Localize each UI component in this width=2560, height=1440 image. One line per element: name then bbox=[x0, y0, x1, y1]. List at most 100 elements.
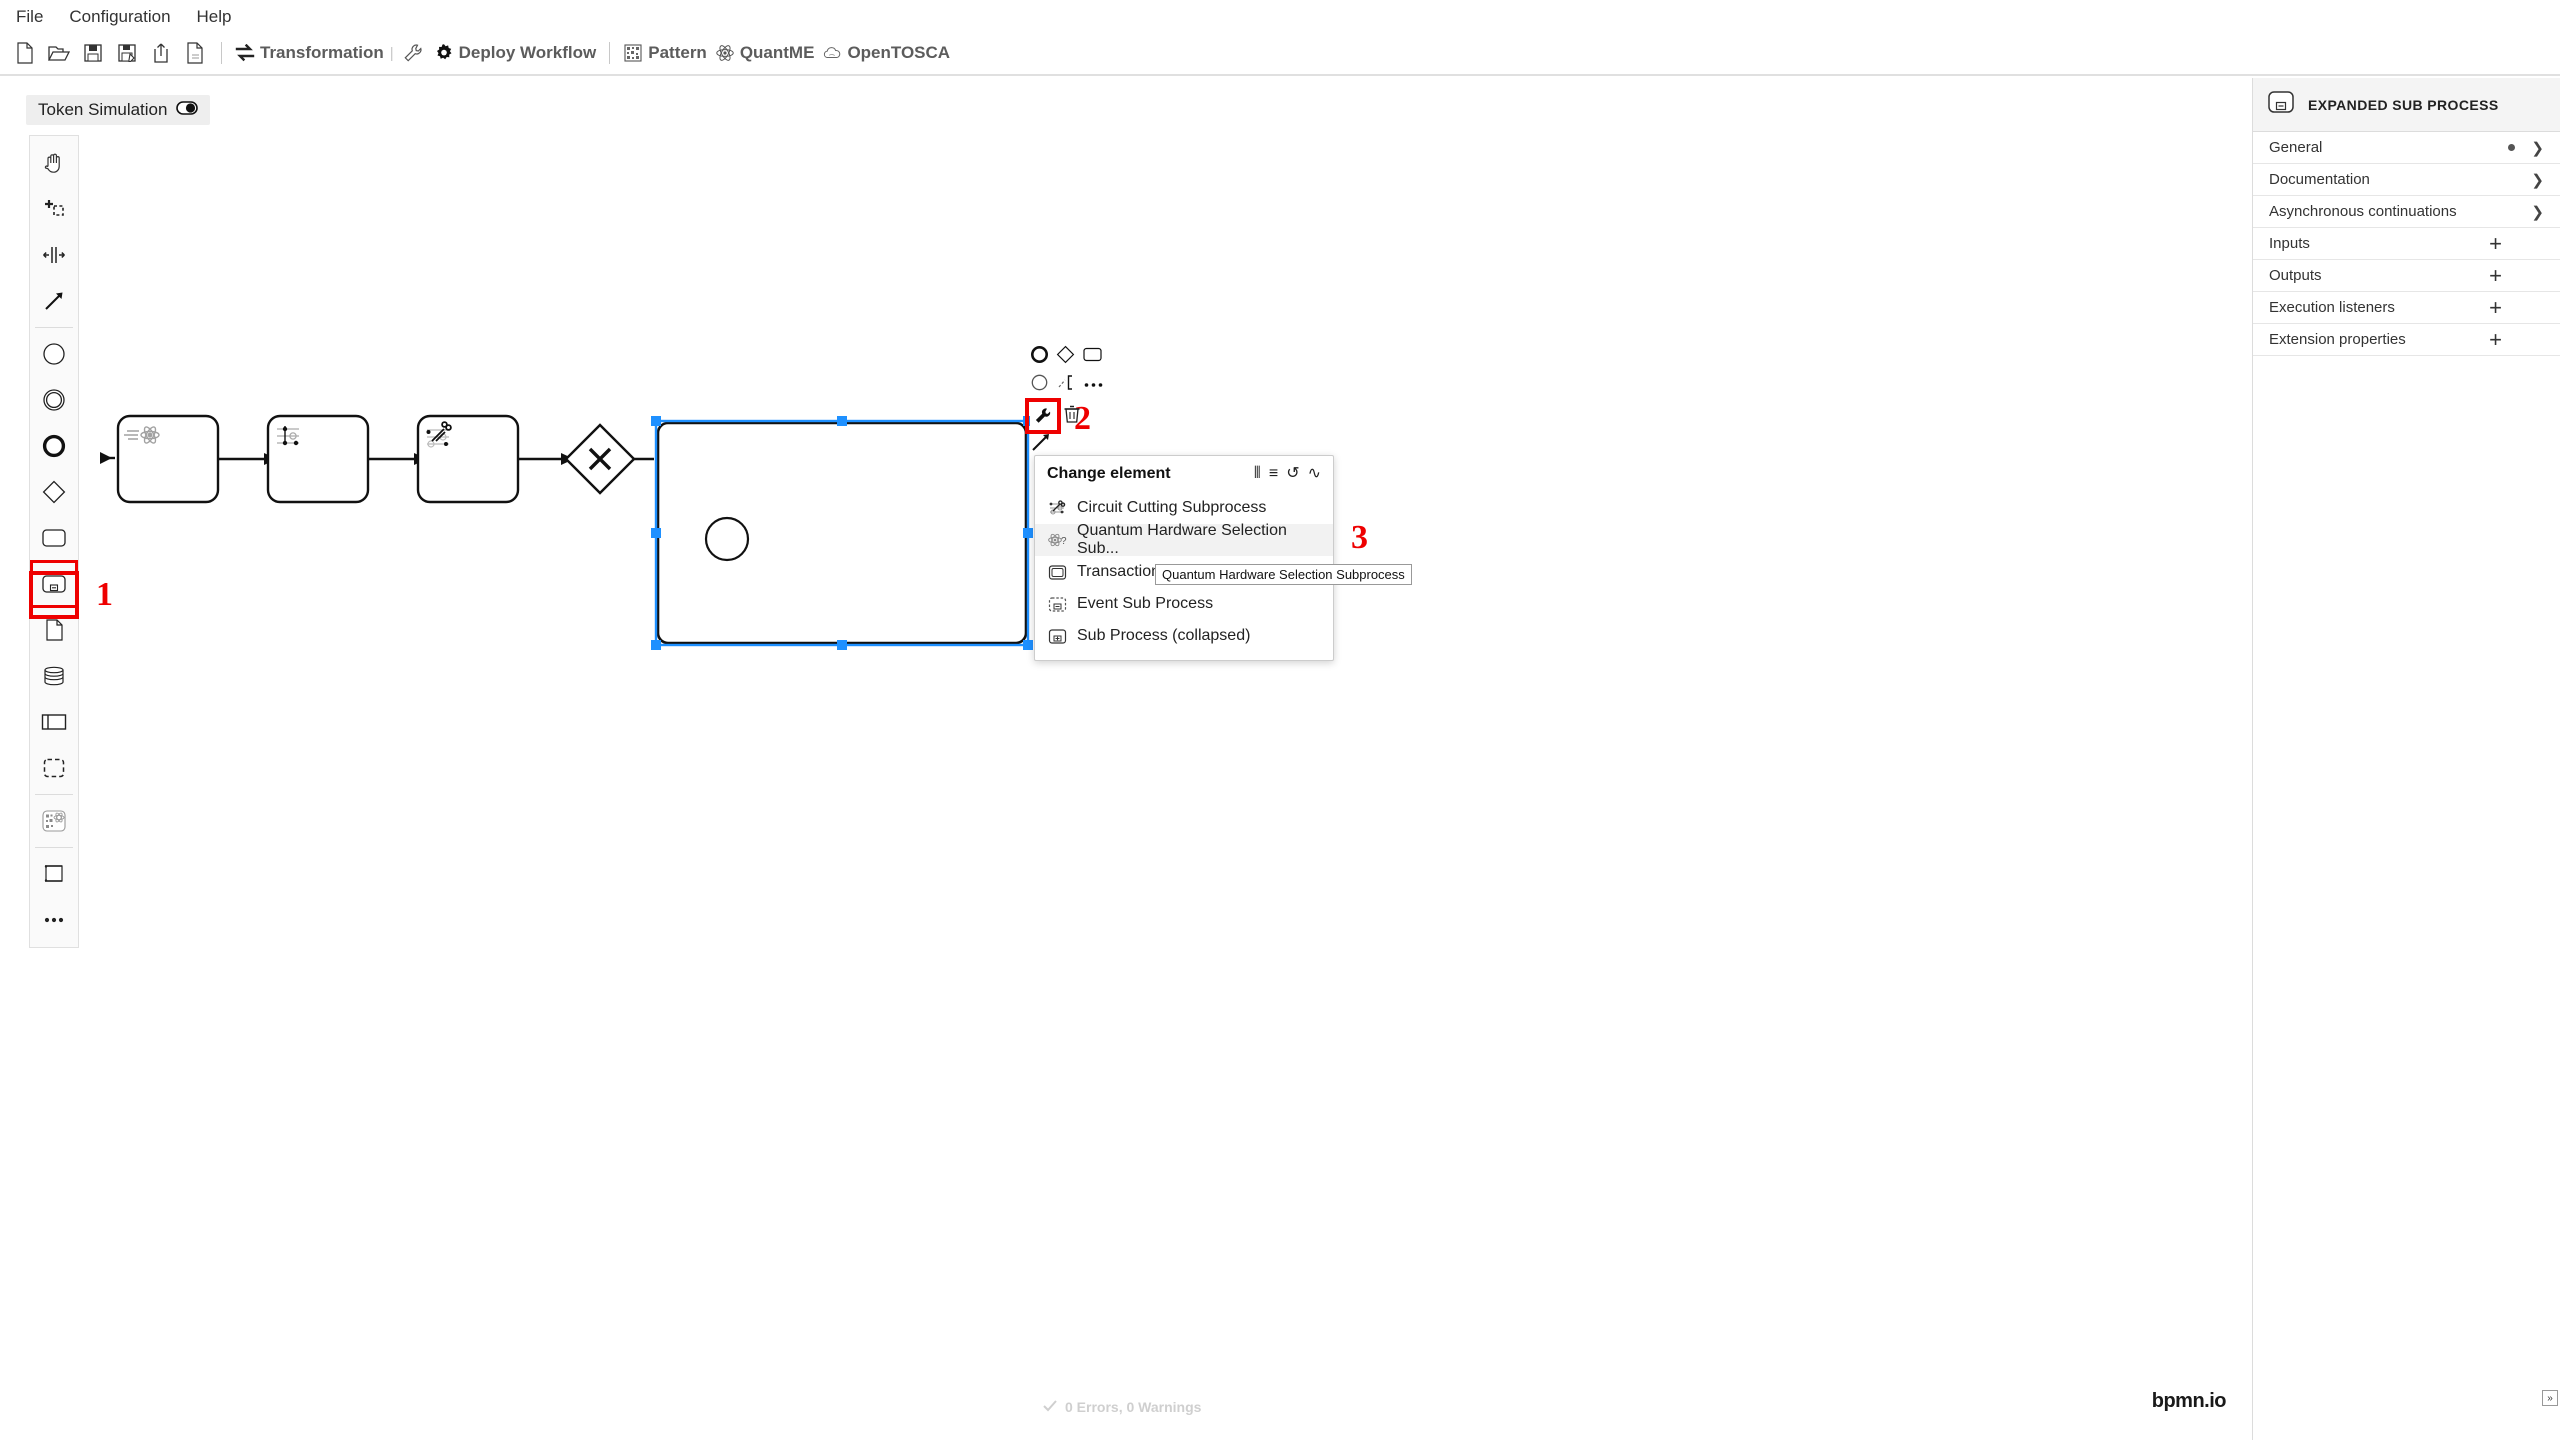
check-icon bbox=[1043, 1399, 1057, 1415]
status-bar: 0 Errors, 0 Warnings bbox=[1043, 1399, 1201, 1415]
new-file-icon[interactable] bbox=[8, 36, 42, 70]
popup-header-icons: ⦀ ≡ ↺ ∿ bbox=[1254, 466, 1321, 482]
quantum-hardware-icon: ? bbox=[1047, 530, 1067, 550]
toolbar-pattern-label: Pattern bbox=[648, 43, 707, 62]
popup-title: Change element bbox=[1047, 465, 1171, 482]
circuit-cutting-icon bbox=[1047, 498, 1067, 518]
menu-file[interactable]: File bbox=[12, 6, 47, 27]
loop-icon[interactable]: ↺ bbox=[1286, 466, 1299, 482]
popup-item-label: Sub Process (collapsed) bbox=[1077, 627, 1251, 644]
task-circuit-cutting bbox=[416, 414, 520, 504]
toolbar-opentosca[interactable]: OpenTOSCA bbox=[818, 43, 954, 63]
bpmn-canvas[interactable] bbox=[0, 80, 2250, 1380]
add-icon[interactable]: + bbox=[2489, 296, 2502, 319]
export-icon[interactable] bbox=[144, 36, 178, 70]
open-folder-icon[interactable] bbox=[42, 36, 76, 70]
prop-row-label: Documentation bbox=[2269, 171, 2370, 188]
status-dot bbox=[2508, 144, 2516, 151]
pattern-icon bbox=[623, 43, 643, 63]
expanded-subprocess-icon bbox=[2267, 90, 2295, 119]
toolbar-deploy-workflow-label: Deploy Workflow bbox=[458, 43, 597, 62]
prop-row-general[interactable]: General ❯ bbox=[2253, 132, 2560, 164]
task-quantum-circuit-loading bbox=[116, 414, 220, 504]
toolbar-divider bbox=[221, 42, 222, 64]
popup-item-event-sub-process[interactable]: Event Sub Process bbox=[1035, 588, 1333, 620]
transformation-icon bbox=[235, 43, 255, 63]
atom-icon bbox=[715, 43, 735, 63]
add-icon[interactable]: + bbox=[2489, 328, 2502, 351]
svg-text:?: ? bbox=[1061, 536, 1067, 547]
collapse-panel-button[interactable]: » bbox=[2542, 1390, 2558, 1406]
main-toolbar: Transformation | Deploy Workflow Pattern… bbox=[0, 32, 2560, 76]
gear-icon bbox=[434, 43, 454, 63]
popup-item-label: Circuit Cutting Subprocess bbox=[1077, 499, 1267, 516]
properties-panel-title: EXPANDED SUB PROCESS bbox=[2308, 96, 2499, 113]
prop-row-label: Asynchronous continuations bbox=[2269, 203, 2457, 220]
popup-header: Change element ⦀ ≡ ↺ ∿ bbox=[1035, 456, 1333, 490]
change-element-wrench-icon[interactable] bbox=[1025, 398, 1061, 434]
popup-item-circuit-cutting-subprocess[interactable]: Circuit Cutting Subprocess bbox=[1035, 492, 1333, 524]
toolbar-transformation[interactable]: Transformation bbox=[231, 43, 388, 63]
menu-configuration[interactable]: Configuration bbox=[65, 6, 174, 27]
popup-item-label: Quantum Hardware Selection Sub... bbox=[1077, 522, 1287, 557]
prop-row-label: Execution listeners bbox=[2269, 299, 2395, 316]
chevron-right-icon[interactable]: ❯ bbox=[2531, 171, 2544, 189]
more-options-icon[interactable] bbox=[1083, 376, 1104, 394]
properties-panel-header: EXPANDED SUB PROCESS bbox=[2253, 78, 2560, 132]
append-text-annotation-icon[interactable] bbox=[1056, 373, 1076, 397]
toolbar-quantme-label: QuantME bbox=[739, 43, 815, 62]
cloud-icon bbox=[822, 43, 842, 63]
prop-row-extension-properties[interactable]: Extension properties + bbox=[2253, 324, 2560, 356]
toolbar-opentosca-label: OpenTOSCA bbox=[847, 43, 951, 62]
toolbar-transformation-label: Transformation bbox=[260, 43, 384, 62]
status-text: 0 Errors, 0 Warnings bbox=[1065, 1399, 1202, 1415]
start-event-circle bbox=[704, 516, 750, 562]
append-gateway-icon[interactable] bbox=[1056, 345, 1075, 369]
bpmn-io-logo: bpmn.io bbox=[2151, 1390, 2227, 1412]
save-as-icon[interactable] bbox=[110, 36, 144, 70]
toolbar-pattern[interactable]: Pattern bbox=[619, 43, 711, 63]
popup-item-label: Transaction bbox=[1077, 563, 1160, 580]
properties-panel: EXPANDED SUB PROCESS General ❯ Documenta… bbox=[2252, 78, 2560, 1440]
prop-row-execution-listeners[interactable]: Execution listeners + bbox=[2253, 292, 2560, 324]
prop-row-label: Inputs bbox=[2269, 235, 2310, 252]
prop-row-controls: ❯ bbox=[2508, 139, 2544, 157]
toolbar-divider-2 bbox=[609, 42, 611, 64]
append-task-icon[interactable] bbox=[1082, 346, 1103, 368]
add-icon[interactable]: + bbox=[2489, 264, 2502, 287]
collapsed-subprocess-icon bbox=[1047, 626, 1067, 646]
prop-row-asynchronous-continuations[interactable]: Asynchronous continuations ❯ bbox=[2253, 196, 2560, 228]
wave-icon[interactable]: ∿ bbox=[1308, 466, 1321, 482]
bpmn-modeler-window: File Configuration Help Transformation |… bbox=[0, 0, 2560, 1440]
toolbar-deploy-workflow[interactable]: Deploy Workflow bbox=[430, 43, 601, 63]
toolbar-quantme[interactable]: QuantME bbox=[711, 43, 819, 63]
chevron-right-icon[interactable]: ❯ bbox=[2531, 139, 2544, 157]
chevron-right-icon[interactable]: ❯ bbox=[2531, 203, 2544, 221]
popup-item-label: Event Sub Process bbox=[1077, 595, 1214, 612]
menu-bar: File Configuration Help bbox=[0, 0, 2560, 32]
exclusive-gateway bbox=[564, 423, 636, 495]
popup-item-sub-process-collapsed[interactable]: Sub Process (collapsed) bbox=[1035, 620, 1333, 652]
prop-row-label: Outputs bbox=[2269, 267, 2322, 284]
menu-help[interactable]: Help bbox=[193, 6, 236, 27]
prop-row-outputs[interactable]: Outputs + bbox=[2253, 260, 2560, 292]
toolbar-divider-small: | bbox=[389, 44, 394, 62]
new-diagram-icon[interactable] bbox=[178, 36, 212, 70]
list-icon[interactable]: ≡ bbox=[1269, 466, 1278, 482]
add-icon[interactable]: + bbox=[2489, 232, 2502, 255]
columns-icon[interactable]: ⦀ bbox=[1254, 466, 1261, 482]
prop-row-label: General bbox=[2269, 139, 2323, 156]
arrow-head-in bbox=[100, 452, 112, 464]
save-icon[interactable] bbox=[76, 36, 110, 70]
append-intermediate-event-icon[interactable] bbox=[1030, 373, 1049, 397]
prop-row-inputs[interactable]: Inputs + bbox=[2253, 228, 2560, 260]
append-end-event-icon[interactable] bbox=[1030, 345, 1049, 369]
prop-row-documentation[interactable]: Documentation ❯ bbox=[2253, 164, 2560, 196]
popup-item-quantum-hardware-selection-subprocess[interactable]: ? Quantum Hardware Selection Sub... bbox=[1035, 522, 1333, 557]
delete-icon[interactable] bbox=[1063, 404, 1081, 429]
expanded-subprocess-shape bbox=[651, 416, 1033, 650]
wrench-icon[interactable] bbox=[396, 36, 430, 70]
task-quantum-circuit-execution bbox=[266, 414, 370, 504]
annotation-3: 3 bbox=[1351, 519, 1368, 556]
transaction-icon bbox=[1047, 562, 1067, 582]
